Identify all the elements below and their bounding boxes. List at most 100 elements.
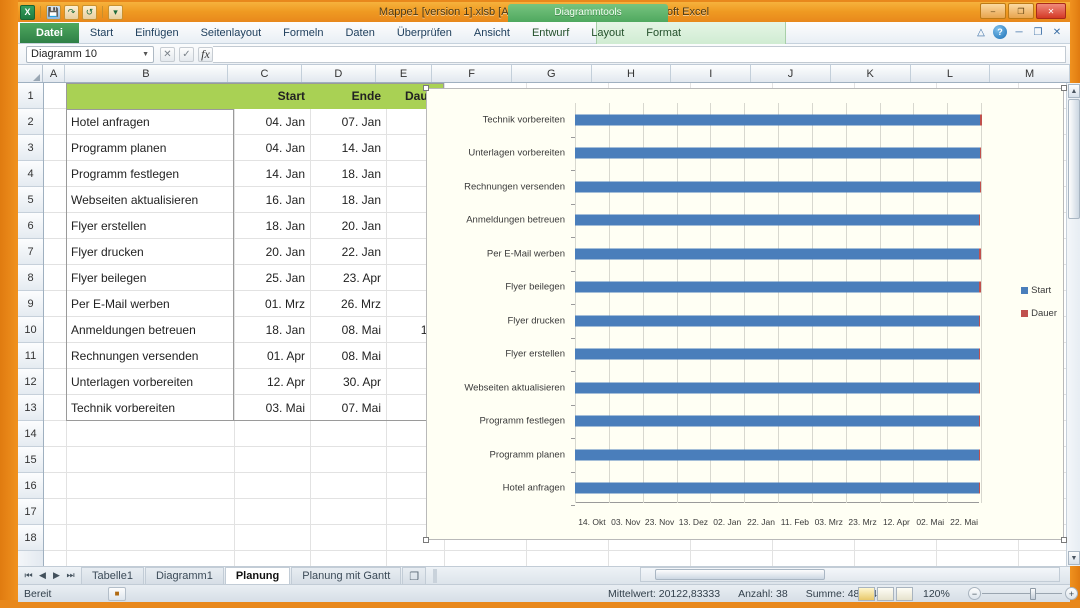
close-window-icon[interactable]: ✕ [1050,25,1064,39]
tab-formeln[interactable]: Formeln [272,24,334,43]
cell-B9-task[interactable]: Per E-Mail werben [66,291,234,317]
row-header-15[interactable]: 15 [18,447,43,473]
cell-D6-ende[interactable]: 20. Jan [310,213,386,239]
row-header-17[interactable]: 17 [18,499,43,525]
col-header-E[interactable]: E [376,65,432,82]
tab-format[interactable]: Format [635,24,692,43]
col-header-G[interactable]: G [512,65,592,82]
row-header-12[interactable]: 12 [18,369,43,395]
save-icon[interactable]: 💾 [46,5,61,20]
cell-C10-start[interactable]: 18. Jan [234,317,310,343]
row-header-16[interactable]: 16 [18,473,43,499]
cell-D8-ende[interactable]: 23. Apr [310,265,386,291]
row-header-11[interactable]: 11 [18,343,43,369]
col-header-B[interactable]: B [65,65,228,82]
cell-D4-ende[interactable]: 18. Jan [310,161,386,187]
name-box[interactable]: Diagramm 10 ▼ [26,46,154,63]
chart-bar-dauer[interactable] [979,449,981,460]
horizontal-scroll-thumb[interactable] [655,569,825,580]
zoom-slider-thumb[interactable] [1030,588,1036,600]
macro-record-icon[interactable]: ■ [108,587,126,601]
chart-bar-start[interactable] [575,416,979,427]
chart-legend[interactable]: Start Dauer [1021,285,1057,331]
sheet-tab-planung[interactable]: Planung [225,567,290,585]
selection-handle-tr[interactable] [1061,85,1067,91]
zoom-level-label[interactable]: 120% [923,588,950,600]
scroll-down-icon[interactable]: ▼ [1068,551,1080,565]
first-sheet-icon[interactable]: ⏮ [22,570,35,581]
cell-C9-start[interactable]: 01. Mrz [234,291,310,317]
cell-D3-ende[interactable]: 14. Jan [310,135,386,161]
view-normal-icon[interactable] [858,587,875,601]
col-header-H[interactable]: H [592,65,672,82]
row-header-8[interactable]: 8 [18,265,43,291]
cell-D1-ende-header[interactable]: Ende [310,83,386,109]
cell-D10-ende[interactable]: 08. Mai [310,317,386,343]
window-controls[interactable]: – ❐ ✕ [980,3,1066,19]
selection-handle-bl[interactable] [423,537,429,543]
col-header-F[interactable]: F [432,65,512,82]
cell-D2-ende[interactable]: 07. Jan [310,109,386,135]
tab-start[interactable]: Start [79,24,124,43]
select-all-corner[interactable] [18,65,43,82]
cell-B6-task[interactable]: Flyer erstellen [66,213,234,239]
formula-input[interactable] [213,46,1066,63]
cell-C13-start[interactable]: 03. Mai [234,395,310,421]
chart-bar-dauer[interactable] [979,248,981,259]
row-header-1[interactable]: 1 [18,83,43,109]
tab-entwurf[interactable]: Entwurf [521,24,580,43]
sheet-nav-buttons[interactable]: ⏮ ◀ ▶ ⏭ [18,570,81,581]
close-button[interactable]: ✕ [1036,3,1066,19]
selection-handle-tl[interactable] [423,85,429,91]
excel-icon[interactable]: X [20,5,35,20]
cell-D9-ende[interactable]: 26. Mrz [310,291,386,317]
view-mode-buttons[interactable] [858,587,913,601]
row-header-7[interactable]: 7 [18,239,43,265]
cell-C12-start[interactable]: 12. Apr [234,369,310,395]
row-header-14[interactable]: 14 [18,421,43,447]
row-header-18[interactable]: 18 [18,525,43,551]
cell-D7-ende[interactable]: 22. Jan [310,239,386,265]
chart-bar-start[interactable] [575,215,979,226]
chart-bar-start[interactable] [575,248,979,259]
cancel-formula-icon[interactable]: ✕ [160,47,175,62]
chart-bar-start[interactable] [575,282,979,293]
minimize-window-icon[interactable]: ─ [1012,25,1026,39]
insert-function-icon[interactable]: fx [198,47,213,62]
chart-bar-dauer[interactable] [980,114,982,125]
col-header-M[interactable]: M [990,65,1070,82]
chart-bar-start[interactable] [575,483,979,494]
cell-C7-start[interactable]: 20. Jan [234,239,310,265]
col-header-L[interactable]: L [911,65,991,82]
row-header-3[interactable]: 3 [18,135,43,161]
tab-einfuegen[interactable]: Einfügen [124,24,189,43]
cell-B11-task[interactable]: Rechnungen versenden [66,343,234,369]
chart-bar-dauer[interactable] [979,282,981,293]
legend-item-dauer[interactable]: Dauer [1021,308,1057,319]
chart-bar-start[interactable] [575,148,980,159]
undo-icon[interactable]: ↷ [64,5,79,20]
chart-bar-start[interactable] [575,315,979,326]
customize-qat-icon[interactable]: ▾ [108,5,123,20]
chart-bar-dauer[interactable] [979,215,981,226]
cell-D13-ende[interactable]: 07. Mai [310,395,386,421]
col-header-C[interactable]: C [228,65,302,82]
quick-access-toolbar[interactable]: X 💾 ↷ ↺ ▾ [18,5,123,20]
cell-B8-task[interactable]: Flyer beilegen [66,265,234,291]
tab-seitenlayout[interactable]: Seitenlayout [190,24,273,43]
ribbon-right-icons[interactable]: △ ? ─ ❐ ✕ [974,25,1064,39]
chart-bar-dauer[interactable] [980,181,982,192]
tab-ansicht[interactable]: Ansicht [463,24,521,43]
vertical-scrollbar[interactable]: ▲ ▼ [1066,83,1080,566]
zoom-out-icon[interactable]: − [968,587,981,600]
cell-C4-start[interactable]: 14. Jan [234,161,310,187]
cell-B12-task[interactable]: Unterlagen vorbereiten [66,369,234,395]
cell-B4-task[interactable]: Programm festlegen [66,161,234,187]
cell-C8-start[interactable]: 25. Jan [234,265,310,291]
selection-handle-br[interactable] [1061,537,1067,543]
chart-bar-start[interactable] [575,349,979,360]
cell-D12-ende[interactable]: 30. Apr [310,369,386,395]
minimize-button[interactable]: – [980,3,1006,19]
last-sheet-icon[interactable]: ⏭ [64,570,77,581]
zoom-slider[interactable]: − + [968,587,1078,601]
